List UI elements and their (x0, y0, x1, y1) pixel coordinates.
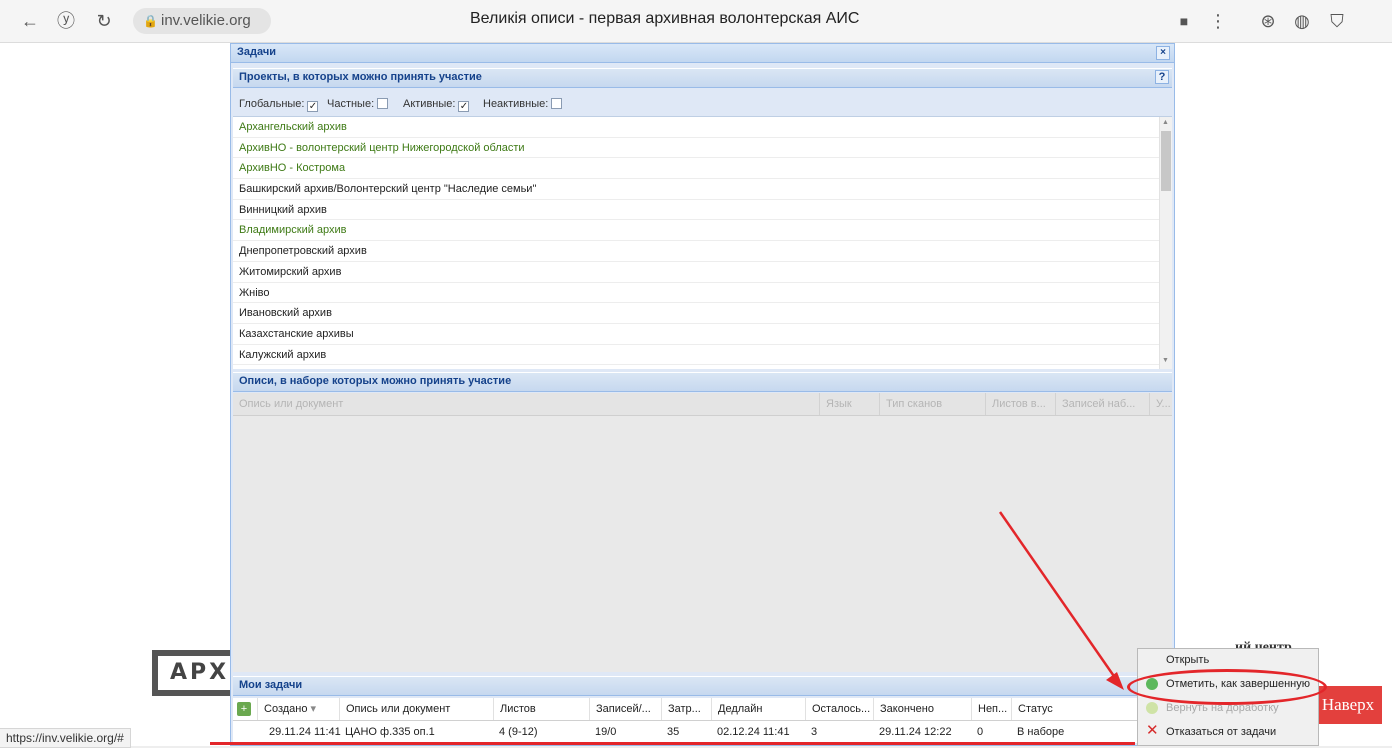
menu-item-open[interactable]: Открыть (1138, 649, 1318, 671)
inventories-panel-header: Описи, в наборе которых можно принять уч… (233, 372, 1172, 392)
list-item[interactable]: АрхивНО - Кострома (233, 158, 1159, 180)
extension-icon[interactable]: ⊛ (1256, 9, 1280, 33)
my-tasks-panel-title: Мои задачи (239, 679, 303, 691)
url-text: inv.velikie.org (161, 12, 251, 29)
list-item[interactable]: Винницкий архив (233, 200, 1159, 221)
inventories-grid-header: Опись или документ Язык Тип сканов Листо… (233, 393, 1172, 416)
list-item[interactable]: Жніво (233, 283, 1159, 304)
tasks-window: Задачи × Проекты, в которых можно принят… (230, 43, 1175, 746)
return-circle-icon (1146, 702, 1158, 714)
table-cell: 4 (9-12) (499, 726, 538, 738)
help-icon[interactable]: ? (1155, 70, 1169, 84)
column-header-created[interactable]: Создано ▾ (257, 698, 339, 720)
close-icon[interactable]: × (1156, 46, 1170, 60)
scrollbar-thumb[interactable] (1161, 131, 1171, 191)
column-header[interactable]: Неп... (971, 698, 1011, 720)
list-item[interactable]: Архангельский архив (233, 117, 1159, 138)
bookmark-icon[interactable]: ■ (1172, 9, 1196, 33)
column-header[interactable]: Листов (493, 698, 589, 720)
list-item[interactable]: Калужский архив (233, 345, 1159, 366)
checkbox-private[interactable] (377, 98, 389, 109)
window-header: Задачи × (231, 44, 1174, 63)
yandex-logo-icon[interactable]: ⓨ (54, 9, 78, 33)
lock-icon: 🔒 (143, 14, 158, 28)
checkbox-active[interactable]: ✓ (458, 101, 470, 112)
column-header[interactable]: Опись или документ (233, 393, 819, 415)
column-header[interactable]: Записей/... (589, 698, 661, 720)
vpn-globe-icon[interactable]: ◍ (1290, 9, 1314, 33)
more-menu-icon[interactable]: ⋮ (1206, 9, 1230, 33)
add-task-icon[interactable]: + (237, 702, 251, 716)
window-title: Задачи (237, 46, 276, 58)
projects-panel-title: Проекты, в которых можно принять участие (239, 71, 482, 83)
checkbox-inactive[interactable] (551, 98, 563, 109)
browser-toolbar: ← ⓨ ↻ 🔒 inv.velikie.org Великія описи - … (0, 0, 1392, 43)
table-row[interactable]: 29.11.24 11:41 ЦАНО ф.335 оп.1 4 (9-12) … (233, 721, 1172, 743)
site-logo: АРХ (152, 650, 232, 696)
column-header[interactable]: Тип сканов (879, 393, 985, 415)
list-item[interactable]: Казахстанские архивы (233, 324, 1159, 345)
sort-desc-icon: ▾ (310, 703, 317, 715)
annotation-underline (210, 742, 1135, 745)
table-cell: 02.12.24 11:41 (717, 726, 790, 738)
column-header[interactable]: Язык (819, 393, 879, 415)
column-header[interactable]: Листов в... (985, 393, 1055, 415)
inventories-panel-title: Описи, в наборе которых можно принять уч… (239, 375, 512, 387)
checkbox-global[interactable]: ✓ (307, 101, 319, 112)
table-cell: 3 (811, 726, 818, 738)
column-header[interactable]: Затр... (661, 698, 711, 720)
filter-inactive[interactable]: Неактивные: (483, 98, 563, 110)
projects-list: Архангельский архив АрхивНО - волонтерск… (233, 117, 1159, 369)
list-item[interactable]: АрхивНО - волонтерский центр Нижегородск… (233, 138, 1159, 159)
menu-item-decline[interactable]: ✕ Отказаться от задачи (1138, 721, 1318, 743)
table-cell: ЦАНО ф.335 оп.1 (345, 726, 435, 738)
list-item[interactable]: Днепропетровский архив (233, 241, 1159, 262)
red-x-icon: ✕ (1146, 722, 1159, 739)
back-arrow-icon[interactable]: ← (18, 9, 42, 33)
browser-page-title: Великія описи - первая архивная волонтер… (470, 10, 860, 27)
scroll-down-arrow-icon[interactable]: ▼ (1162, 357, 1169, 364)
projects-scrollbar[interactable]: ▲ ▼ (1159, 117, 1172, 369)
list-item[interactable]: Башкирский архив/Волонтерский центр "Нас… (233, 179, 1159, 200)
my-tasks-grid-header: + Создано ▾ Опись или документ Листов За… (233, 698, 1172, 721)
column-header[interactable]: У... (1149, 393, 1172, 415)
table-cell: 29.11.24 11:41 (269, 726, 341, 738)
table-cell: 19/0 (595, 726, 617, 738)
list-item[interactable]: Ивановский архив (233, 303, 1159, 324)
annotation-ellipse (1127, 669, 1327, 705)
filter-private[interactable]: Частные: (327, 98, 389, 110)
scroll-to-top-button[interactable]: Наверх (1314, 686, 1382, 724)
shield-icon[interactable]: ⛉ (1325, 9, 1349, 33)
my-tasks-panel-header: Мои задачи (233, 676, 1172, 696)
scroll-up-arrow-icon[interactable]: ▲ (1162, 119, 1169, 126)
column-header[interactable]: Записей наб... (1055, 393, 1149, 415)
browser-status-url: https://inv.velikie.org/# (0, 728, 131, 748)
list-item[interactable]: Владимирский архив (233, 220, 1159, 242)
project-filters: Глобальные: ✓ Частные: Активные: ✓ Неактив… (233, 92, 1172, 117)
list-item[interactable]: Житомирский архив (233, 262, 1159, 283)
table-cell: 29.11.24 12:22 (879, 726, 952, 738)
address-bar[interactable]: 🔒 inv.velikie.org (133, 8, 271, 34)
column-header[interactable]: Дедлайн (711, 698, 805, 720)
reload-icon[interactable]: ↻ (92, 9, 116, 33)
table-cell: 35 (667, 726, 680, 738)
inventories-grid-body (233, 416, 1172, 672)
column-header[interactable]: Опись или документ (339, 698, 493, 720)
column-header[interactable]: Осталось... (805, 698, 873, 720)
projects-panel-header: Проекты, в которых можно принять участие… (233, 68, 1172, 88)
column-header[interactable]: Закончено (873, 698, 971, 720)
table-cell: 0 (977, 726, 984, 738)
filter-global[interactable]: Глобальные: ✓ (239, 98, 319, 112)
filter-active[interactable]: Активные: ✓ (403, 98, 470, 112)
